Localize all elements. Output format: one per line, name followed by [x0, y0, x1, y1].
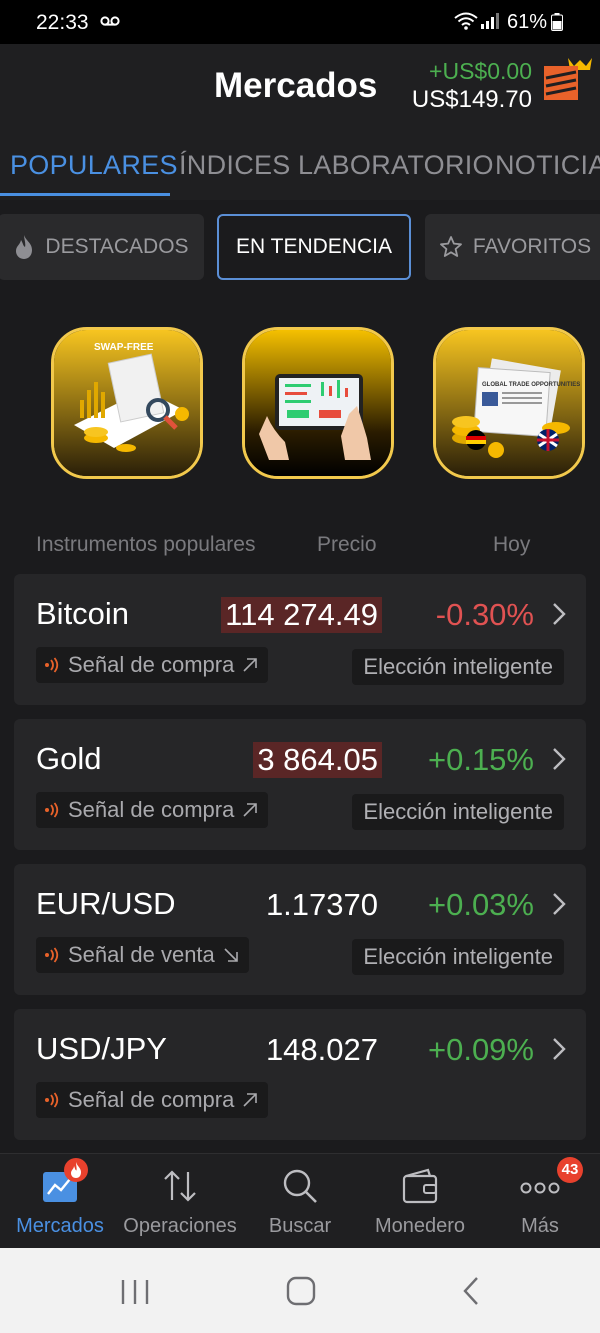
- signal-badge[interactable]: Señal de venta: [36, 937, 249, 973]
- segment-en-tendencia[interactable]: EN TENDENCIA: [217, 214, 411, 280]
- tab-noticia[interactable]: NOTICIA: [495, 150, 600, 181]
- arrow-up-right-icon: [243, 1093, 258, 1107]
- nav-label: Mercados: [16, 1215, 104, 1237]
- chevron-right-icon: [553, 1038, 566, 1060]
- broadcast-icon: [45, 657, 59, 673]
- signal-label: Señal de compra: [68, 797, 235, 822]
- signal-label: Señal de venta: [68, 942, 215, 967]
- tab-laboratorio[interactable]: LABORATORIO: [298, 150, 494, 181]
- balance-value: US$149.70: [411, 86, 532, 113]
- nav-label: Buscar: [268, 1215, 332, 1237]
- nav-buscar[interactable]: Buscar: [240, 1154, 360, 1249]
- wallet-icon: [402, 1168, 438, 1204]
- page-title: Mercados: [214, 66, 378, 105]
- instrument-change: +0.15%: [427, 742, 534, 777]
- system-navigation-bar: [0, 1248, 600, 1333]
- home-icon[interactable]: [286, 1276, 316, 1306]
- segment-label: EN TENDENCIA: [236, 235, 392, 258]
- star-icon: [439, 236, 462, 257]
- instrument-name: USD/JPY: [36, 1031, 167, 1066]
- promo-swap-free[interactable]: SWAP-FREE: [51, 327, 203, 479]
- broadcast-icon: [45, 802, 59, 818]
- search-icon: [283, 1169, 317, 1203]
- notification-count-badge: 43: [557, 1157, 583, 1183]
- segment-favoritos[interactable]: FAVORITOS: [425, 214, 600, 280]
- column-price: Precio: [317, 533, 377, 556]
- signal-badge[interactable]: Señal de compra: [36, 792, 269, 828]
- instrument-card-bitcoin[interactable]: Bitcoin 114 274.49 -0.30% Señal de compr…: [14, 574, 586, 705]
- broadcast-icon: [45, 1092, 59, 1108]
- instrument-price: 3 864.05: [253, 742, 382, 778]
- tab-populares[interactable]: POPULARES: [10, 150, 178, 181]
- recent-apps-icon[interactable]: [120, 1278, 150, 1306]
- instrument-name: Gold: [36, 741, 102, 776]
- nav-label: Más: [521, 1215, 559, 1237]
- column-today: Hoy: [493, 533, 531, 556]
- instrument-name: EUR/USD: [36, 886, 176, 921]
- signal-label: Señal de compra: [68, 652, 235, 677]
- chevron-right-icon: [553, 603, 566, 625]
- segment-destacados[interactable]: DESTACADOS: [0, 214, 204, 280]
- nav-operaciones[interactable]: Operaciones: [120, 1154, 240, 1249]
- status-time: 22:33: [36, 11, 89, 34]
- active-tab-indicator: [0, 193, 170, 196]
- app-header: Mercados +US$0.00 US$149.70: [0, 44, 600, 130]
- instrument-price: 148.027: [265, 1032, 378, 1067]
- instrument-name: Bitcoin: [36, 596, 130, 631]
- instrument-price: 1.17370: [265, 887, 378, 922]
- promo-swap-free-label: SWAP-FREE: [94, 342, 154, 353]
- battery-icon: [551, 13, 563, 31]
- market-tabs: POPULARES ÍNDICES LABORATORIO NOTICIA: [0, 130, 600, 200]
- smart-choice-badge: Elección inteligente: [352, 794, 564, 830]
- promo-trade-opportunities[interactable]: GLOBAL TRADE OPPORTUNITIES: [433, 327, 585, 479]
- instrument-card-usdjpy[interactable]: USD/JPY 148.027 +0.09% Señal de compra: [14, 1009, 586, 1140]
- smart-choice-badge: Elección inteligente: [352, 939, 564, 975]
- arrow-up-right-icon: [243, 658, 258, 672]
- brand-logo[interactable]: [542, 56, 592, 102]
- fire-icon: [16, 235, 33, 259]
- more-icon: [520, 1182, 560, 1194]
- instrument-card-gold[interactable]: Gold 3 864.05 +0.15% Señal de compra Ele…: [14, 719, 586, 850]
- column-instrument: Instrumentos populares: [36, 533, 256, 556]
- nav-monedero[interactable]: Monedero: [360, 1154, 480, 1249]
- wifi-icon: [454, 12, 478, 30]
- voicemail-icon: [100, 16, 120, 26]
- nav-label: Operaciones: [123, 1215, 237, 1237]
- instrument-change: +0.09%: [427, 1032, 534, 1067]
- arrows-updown-icon: [164, 1170, 196, 1202]
- chevron-right-icon: [553, 893, 566, 915]
- instrument-change: -0.30%: [435, 597, 534, 632]
- broadcast-icon: [45, 947, 59, 963]
- promo-trade-opportunities-label: GLOBAL TRADE OPPORTUNITIES: [482, 382, 580, 388]
- signal-icon: [481, 13, 499, 29]
- promo-tablet-trading[interactable]: [242, 327, 394, 479]
- instrument-card-eurusd[interactable]: EUR/USD 1.17370 +0.03% Señal de venta El…: [14, 864, 586, 995]
- arrow-down-right-icon: [224, 948, 238, 962]
- smart-choice-badge: Elección inteligente: [352, 649, 564, 685]
- status-bar: 22:33 61%: [0, 0, 600, 44]
- segment-label: FAVORITOS: [472, 235, 592, 258]
- fire-badge-icon: [64, 1158, 88, 1182]
- tab-indices[interactable]: ÍNDICES: [179, 150, 291, 181]
- profit-value: +US$0.00: [429, 58, 532, 84]
- signal-badge[interactable]: Señal de compra: [36, 647, 269, 683]
- signal-badge[interactable]: Señal de compra: [36, 1082, 269, 1118]
- battery-percent: 61%: [507, 11, 548, 33]
- nav-mercados[interactable]: Mercados: [0, 1154, 120, 1249]
- arrow-up-right-icon: [243, 803, 258, 817]
- instrument-price: 114 274.49: [221, 597, 382, 633]
- nav-label: Monedero: [374, 1215, 466, 1237]
- bottom-navigation: Mercados Operaciones Buscar Monedero Más: [0, 1153, 600, 1248]
- segment-label: DESTACADOS: [45, 235, 189, 258]
- signal-label: Señal de compra: [68, 1087, 235, 1112]
- instrument-change: +0.03%: [427, 887, 534, 922]
- chevron-right-icon: [553, 748, 566, 770]
- back-icon[interactable]: [460, 1276, 482, 1306]
